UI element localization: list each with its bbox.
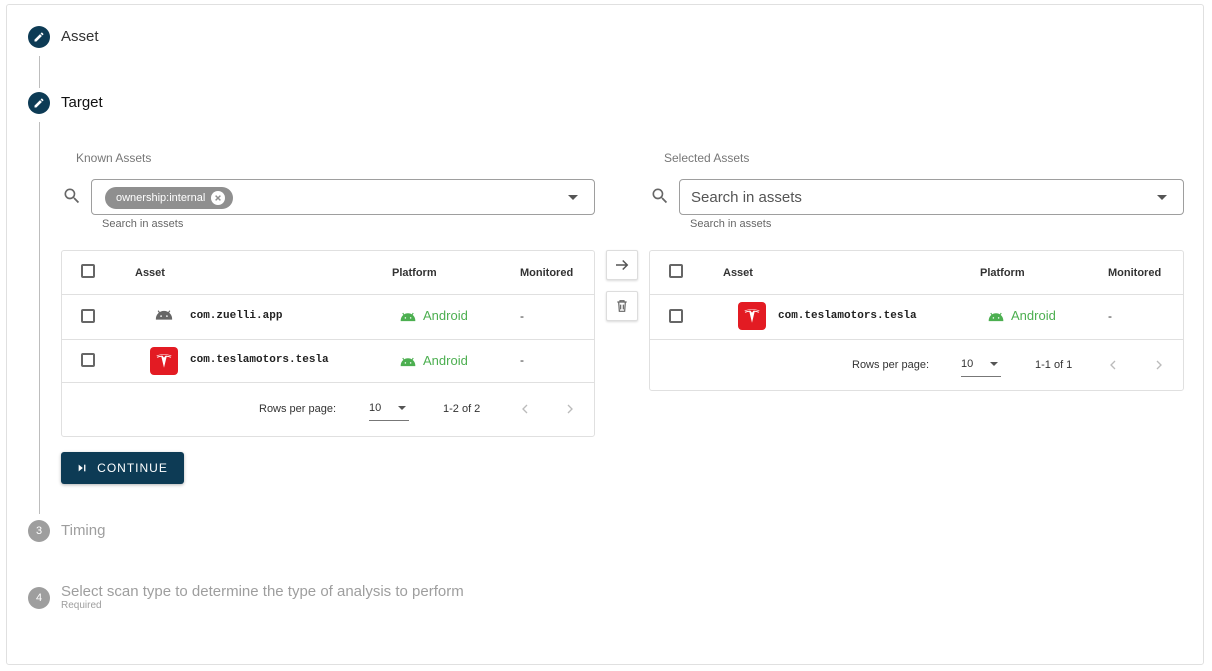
platform-cell: Android — [987, 308, 1056, 323]
chevron-left-icon[interactable] — [1105, 357, 1121, 373]
select-all-checkbox[interactable] — [81, 264, 95, 278]
continue-label: CONTINUE — [97, 461, 168, 475]
chevron-down-icon — [990, 362, 998, 366]
tesla-logo — [150, 347, 178, 375]
step-scan-type-required: Required — [61, 600, 102, 611]
filter-chip[interactable]: ownership:internal — [105, 187, 234, 209]
column-asset[interactable]: Asset — [723, 267, 753, 279]
platform-label: Android — [423, 308, 468, 323]
selected-assets-helper: Search in assets — [690, 218, 772, 230]
column-platform[interactable]: Platform — [980, 267, 1025, 279]
step-connector — [39, 56, 40, 88]
monitored-value: - — [520, 353, 524, 367]
step-target-edit-icon[interactable] — [28, 92, 50, 114]
step-timing-label: Timing — [61, 522, 106, 539]
platform-label: Android — [423, 353, 468, 368]
column-monitored[interactable]: Monitored — [520, 267, 573, 279]
monitored-value: - — [1108, 309, 1112, 323]
asset-name: com.teslamotors.tesla — [190, 354, 329, 366]
chevron-right-icon[interactable] — [562, 401, 578, 417]
rows-per-page-value: 10 — [961, 358, 974, 370]
rows-per-page-select[interactable]: 10 — [369, 402, 409, 421]
table-header: Asset Platform Monitored — [650, 251, 1183, 295]
known-assets-table: Asset Platform Monitored com.zuelli.app … — [61, 250, 595, 437]
monitored-value: - — [520, 309, 524, 323]
known-assets-helper: Search in assets — [102, 218, 184, 230]
chevron-right-icon[interactable] — [1151, 357, 1167, 373]
column-platform[interactable]: Platform — [392, 267, 437, 279]
chevron-down-icon[interactable] — [568, 195, 578, 200]
asset-name: com.zuelli.app — [190, 310, 283, 322]
row-checkbox[interactable] — [81, 309, 95, 323]
chevron-down-icon — [398, 406, 406, 410]
column-monitored[interactable]: Monitored — [1108, 267, 1161, 279]
rows-per-page-label: Rows per page: — [852, 359, 930, 371]
chevron-left-icon[interactable] — [517, 401, 533, 417]
platform-label: Android — [1011, 308, 1056, 323]
rows-per-page-label: Rows per page: — [259, 403, 337, 415]
android-icon — [400, 357, 416, 366]
table-header: Asset Platform Monitored — [62, 251, 594, 295]
chip-remove-icon[interactable] — [211, 191, 226, 205]
skip-next-icon — [78, 464, 86, 472]
selected-assets-table: Asset Platform Monitored com.teslamotors… — [649, 250, 1184, 391]
search-input[interactable]: Search in assets — [691, 189, 802, 206]
row-checkbox[interactable] — [669, 309, 683, 323]
platform-cell: Android — [399, 353, 468, 368]
remove-selected-button[interactable] — [606, 291, 638, 321]
known-assets-search-select[interactable]: ownership:internal — [91, 179, 595, 215]
pagination-range: 1-2 of 2 — [443, 403, 481, 415]
chevron-down-icon[interactable] — [1157, 195, 1167, 200]
step-connector — [39, 122, 40, 514]
move-to-selected-button[interactable] — [606, 250, 638, 280]
step-target-label[interactable]: Target — [61, 94, 103, 111]
step-timing-number: 3 — [28, 520, 50, 542]
step-asset-label[interactable]: Asset — [61, 28, 99, 45]
step-scan-type-label: Select scan type to determine the type o… — [61, 583, 464, 600]
continue-button[interactable]: CONTINUE — [61, 452, 184, 484]
search-icon — [64, 188, 80, 204]
rows-per-page-value: 10 — [369, 402, 382, 414]
android-icon — [400, 312, 416, 321]
android-icon — [988, 312, 1004, 321]
rows-per-page-select[interactable]: 10 — [961, 358, 1001, 377]
filter-chip-label: ownership:internal — [116, 192, 206, 204]
selected-assets-search-select[interactable]: Search in assets — [679, 179, 1184, 215]
table-row[interactable]: com.teslamotors.tesla Android - — [62, 339, 594, 383]
table-row[interactable]: com.teslamotors.tesla Android - — [650, 294, 1183, 340]
table-row[interactable]: com.zuelli.app Android - — [62, 294, 594, 340]
android-icon — [155, 310, 173, 320]
step-scan-type-number: 4 — [28, 587, 50, 609]
selected-assets-title: Selected Assets — [664, 151, 750, 165]
tesla-logo — [738, 302, 766, 330]
column-asset[interactable]: Asset — [135, 267, 165, 279]
platform-cell: Android — [399, 308, 468, 323]
arrow-right-icon — [616, 259, 629, 271]
step-asset-edit-icon[interactable] — [28, 26, 50, 48]
asset-name: com.teslamotors.tesla — [778, 310, 917, 322]
select-all-checkbox[interactable] — [669, 264, 683, 278]
trash-icon — [617, 300, 627, 312]
search-icon — [652, 188, 668, 204]
pagination-range: 1-1 of 1 — [1035, 359, 1073, 371]
row-checkbox[interactable] — [81, 353, 95, 367]
known-assets-title: Known Assets — [76, 151, 152, 165]
